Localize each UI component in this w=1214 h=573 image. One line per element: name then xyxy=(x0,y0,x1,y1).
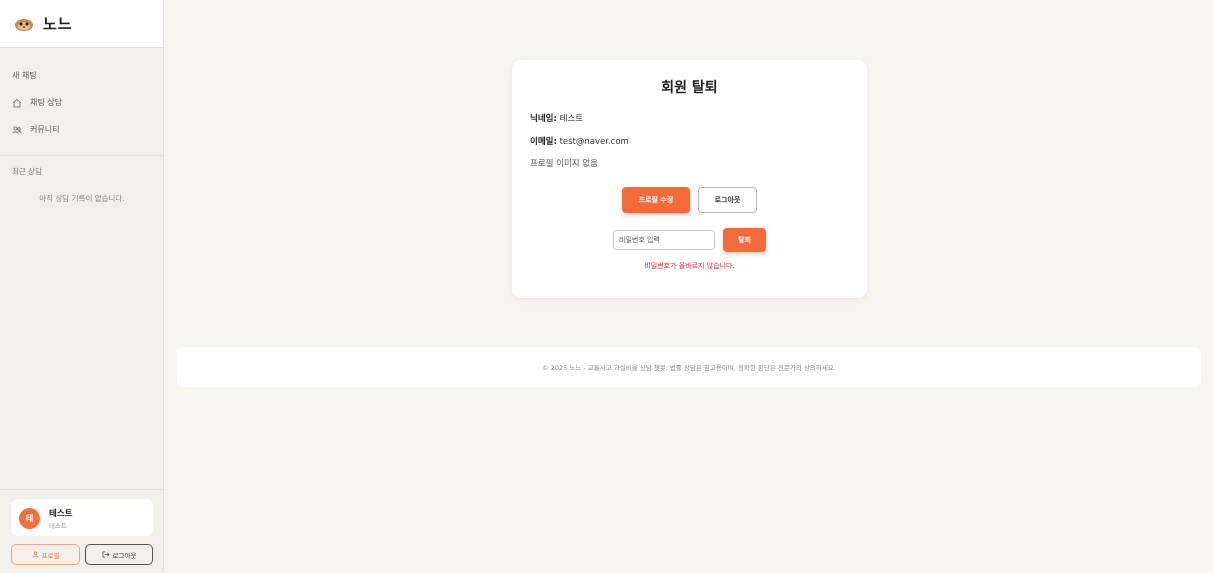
home-icon xyxy=(12,98,22,107)
sidebar-logout-button[interactable]: 로그아웃 xyxy=(85,544,153,565)
email-label: 이메일: xyxy=(530,137,557,147)
new-chat-link[interactable]: 새 채팅 xyxy=(12,70,37,81)
withdraw-button[interactable]: 탈퇴 xyxy=(723,228,766,252)
avatar: 테 xyxy=(19,508,40,529)
user-card[interactable]: 테 테스트 테스트 xyxy=(11,499,153,536)
brand-name: 노느 xyxy=(43,15,73,33)
brand-header[interactable]: 노느 xyxy=(0,0,163,48)
meerkat-logo-icon xyxy=(15,18,33,31)
user-name: 테스트 xyxy=(49,509,73,519)
nickname-value: 테스트 xyxy=(559,114,584,124)
nav-item-label: 채팅 상담 xyxy=(30,98,62,107)
card-logout-button[interactable]: 로그아웃 xyxy=(698,187,757,213)
profile-button-label: 프로필 xyxy=(41,551,60,560)
empty-history-text: 아직 상담 기록이 없습니다. xyxy=(39,194,125,203)
app-root: 노느 새 채팅 채팅 상담 커뮤니티 최근 상담 아직 상담 기록이 없습니다.… xyxy=(0,0,1214,573)
withdraw-card: 회원 탈퇴 닉네임: 테스트 이메일: test@naver.com 프로필 이… xyxy=(512,60,867,298)
nickname-row: 닉네임: 테스트 xyxy=(530,112,583,124)
profile-button[interactable]: 프로필 xyxy=(11,544,80,565)
nav-item-community[interactable]: 커뮤니티 xyxy=(12,124,59,135)
page-title: 회원 탈퇴 xyxy=(661,80,718,96)
edit-profile-button[interactable]: 프로필 수정 xyxy=(622,187,690,213)
sidebar: 노느 새 채팅 채팅 상담 커뮤니티 최근 상담 아직 상담 기록이 없습니다.… xyxy=(0,0,164,573)
email-row: 이메일: test@naver.com xyxy=(530,135,629,147)
users-icon xyxy=(12,125,22,134)
logout-icon xyxy=(102,551,110,558)
user-icon xyxy=(32,551,38,558)
sidebar-divider xyxy=(0,489,164,490)
footer: © 2025 노느 - 교통사고 과실비율 상담 챗봇. 법률 상담은 참고용이… xyxy=(177,347,1201,387)
recent-heading: 최근 상담 xyxy=(12,167,42,176)
user-subtitle: 테스트 xyxy=(49,522,67,530)
footer-text: © 2025 노느 - 교통사고 과실비율 상담 챗봇. 법률 상담은 참고용이… xyxy=(542,364,836,372)
sidebar-divider xyxy=(0,155,164,156)
nav-item-label: 커뮤니티 xyxy=(30,125,60,134)
email-value: test@naver.com xyxy=(559,137,629,147)
error-message: 비밀번호가 올바르지 않습니다. xyxy=(644,262,735,270)
nav-item-chat-consult[interactable]: 채팅 상담 xyxy=(12,97,62,108)
password-input[interactable] xyxy=(613,230,715,250)
no-profile-image-text: 프로필 이미지 없음 xyxy=(530,159,598,169)
logout-button-label: 로그아웃 xyxy=(112,551,137,560)
nickname-label: 닉네임: xyxy=(530,114,557,124)
